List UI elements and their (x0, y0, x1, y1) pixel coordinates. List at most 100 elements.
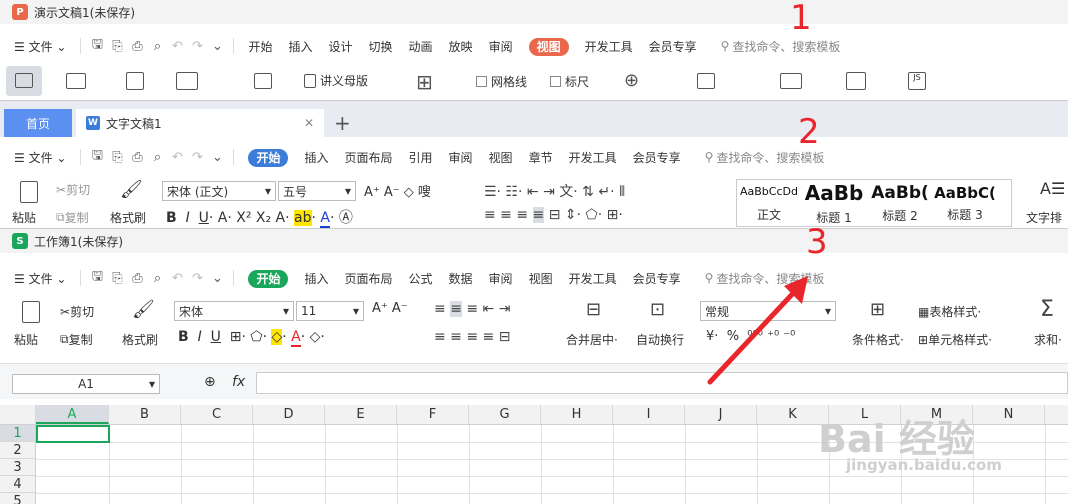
column-header[interactable]: H (541, 405, 613, 424)
menu-insert[interactable]: 插入 (296, 270, 336, 287)
menu-member[interactable]: 会员专享 (625, 270, 689, 287)
menu-home-active[interactable]: 开始 (248, 148, 289, 167)
more-icon[interactable]: ⌄ (207, 271, 227, 286)
ruler-checkbox[interactable]: 标尺 (550, 73, 589, 90)
text-format-icons[interactable]: B I U ⊞· ⬠· ◇· A· ◇· (178, 329, 325, 347)
zoom-formula-icon[interactable]: ⊕ (204, 374, 216, 390)
name-box[interactable]: A1 ▾ (12, 374, 160, 394)
reading-view-icon[interactable] (176, 72, 198, 90)
grid-icon[interactable]: ⊞ (416, 70, 433, 94)
style-heading-1[interactable]: AaBb 标题 1 (802, 181, 866, 226)
menu-review[interactable]: 审阅 (481, 38, 521, 55)
conditional-format-button[interactable]: 条件格式· (852, 331, 904, 348)
add-tab-icon[interactable]: + (334, 111, 351, 135)
select-all-corner[interactable] (0, 405, 36, 424)
redo-icon[interactable]: ↷ (187, 39, 207, 54)
cell-style-button[interactable]: ⊞ 单元格样式 · (918, 331, 992, 348)
menu-developer[interactable]: 开发工具 (561, 149, 625, 166)
column-header[interactable]: E (325, 405, 397, 424)
menu-view[interactable]: 视图 (521, 270, 561, 287)
menu-home-active[interactable]: 开始 (248, 269, 289, 288)
menu-review[interactable]: 审阅 (441, 149, 481, 166)
row-header[interactable]: 5 (0, 493, 35, 504)
column-header[interactable]: G (469, 405, 541, 424)
menu-member[interactable]: 会员专享 (641, 38, 705, 55)
menu-animation[interactable]: 动画 (401, 38, 441, 55)
print-icon[interactable]: ⎙ (127, 150, 147, 165)
file-menu[interactable]: ☰ 文件 ⌄ (0, 149, 74, 166)
home-tab[interactable]: 首页 (4, 109, 72, 137)
handout-master-button[interactable]: 讲义母版 (304, 72, 368, 89)
undo-icon[interactable]: ↶ (167, 150, 187, 165)
font-name-select[interactable]: 宋体 (正文) ▾ (162, 181, 276, 201)
save-icon[interactable]: 🖫 (87, 146, 107, 168)
notes-page-icon[interactable] (126, 72, 144, 90)
row-header[interactable]: 1 (0, 425, 35, 442)
column-header[interactable]: B (109, 405, 181, 424)
gridlines-checkbox[interactable]: 网格线 (476, 73, 527, 90)
column-header[interactable]: I (613, 405, 685, 424)
redo-icon[interactable]: ↷ (187, 150, 207, 165)
column-header[interactable]: C (181, 405, 253, 424)
active-cell-a1[interactable] (36, 425, 110, 443)
command-search[interactable]: ⚲ 查找命令、搜索模板 (721, 38, 841, 55)
menu-transition[interactable]: 切换 (361, 38, 401, 55)
preview-icon[interactable]: ⌕ (147, 39, 167, 54)
export-icon[interactable]: ⎘ (107, 39, 127, 54)
export-icon[interactable]: ⎘ (107, 150, 127, 165)
format-painter-button[interactable]: 格式刷 (122, 331, 158, 348)
conditional-format-icon[interactable]: ⊞ (870, 299, 885, 320)
format-painter-button[interactable]: 格式刷 (110, 209, 146, 226)
menu-view-active[interactable]: 视图 (528, 37, 569, 56)
font-name-select[interactable]: 宋体 ▾ (174, 301, 294, 321)
js-macro-icon[interactable]: JS (908, 72, 926, 90)
close-icon[interactable]: ✕ (304, 116, 314, 130)
more-icon[interactable]: ⌄ (207, 150, 227, 165)
row-header[interactable]: 4 (0, 476, 35, 493)
copy-button[interactable]: ⧉ 复制 (56, 209, 89, 226)
menu-insert[interactable]: 插入 (296, 149, 336, 166)
sum-button[interactable]: 求和· (1034, 331, 1062, 348)
cut-button[interactable]: ✂ 剪切 (60, 303, 94, 320)
menu-home[interactable]: 开始 (240, 38, 280, 55)
cut-button[interactable]: ✂ 剪切 (56, 181, 90, 198)
menu-references[interactable]: 引用 (401, 149, 441, 166)
menu-member[interactable]: 会员专享 (625, 149, 689, 166)
copy-button[interactable]: ⧉ 复制 (60, 331, 93, 348)
menu-view[interactable]: 视图 (481, 149, 521, 166)
menu-insert[interactable]: 插入 (280, 38, 320, 55)
paragraph-icons-top[interactable]: ☰· ☷· ⇤ ⇥ 文· ⇅ ↵· ⦀ (484, 181, 625, 201)
text-layout-icon[interactable]: A☰ (1040, 179, 1065, 198)
print-icon[interactable]: ⎙ (127, 39, 147, 54)
save-icon[interactable]: 🖫 (87, 35, 107, 57)
grow-font-icon[interactable]: A⁺ A⁻ ◇ 嗖 (364, 181, 431, 200)
menu-slideshow[interactable]: 放映 (441, 38, 481, 55)
menu-page-layout[interactable]: 页面布局 (337, 270, 401, 287)
fx-icon[interactable]: fx (232, 374, 245, 390)
text-layout-button[interactable]: 文字排版 (1026, 209, 1068, 228)
sum-icon[interactable]: Σ (1040, 297, 1054, 322)
paste-icon[interactable] (20, 181, 38, 203)
file-menu[interactable]: ☰ 文件 ⌄ (0, 38, 74, 55)
font-size-select[interactable]: 五号 ▾ (278, 181, 356, 201)
row-header[interactable]: 2 (0, 442, 35, 459)
style-heading-2[interactable]: AaBb( 标题 2 (868, 183, 932, 224)
text-format-icons[interactable]: B I U· A· X² X₂ A· ab· A· Ⓐ (166, 207, 353, 228)
paste-icon[interactable] (22, 301, 40, 323)
menu-developer[interactable]: 开发工具 (577, 38, 641, 55)
document-tab[interactable]: W 文字文稿1 ✕ (76, 109, 324, 137)
brush-icon[interactable]: 🖌 (120, 179, 143, 200)
wrap-text-icon[interactable]: ⊡ (650, 299, 665, 320)
menu-data[interactable]: 数据 (441, 270, 481, 287)
slide-master-icon[interactable] (254, 73, 272, 89)
alignment-icons-top[interactable]: ≡ ≡ ≡ ⇤ ⇥ (434, 301, 510, 317)
style-normal[interactable]: AaBbCcDd 正文 (738, 185, 800, 223)
window-icon[interactable] (780, 73, 802, 89)
more-icon[interactable]: ⌄ (207, 39, 227, 54)
save-icon[interactable]: 🖫 (87, 267, 107, 289)
print-icon[interactable]: ⎙ (127, 271, 147, 286)
normal-view-button[interactable] (6, 66, 42, 96)
fit-window-icon[interactable] (697, 73, 715, 89)
table-style-button[interactable]: ▦ 表格样式 · (918, 303, 981, 320)
column-header[interactable]: A (36, 405, 109, 424)
